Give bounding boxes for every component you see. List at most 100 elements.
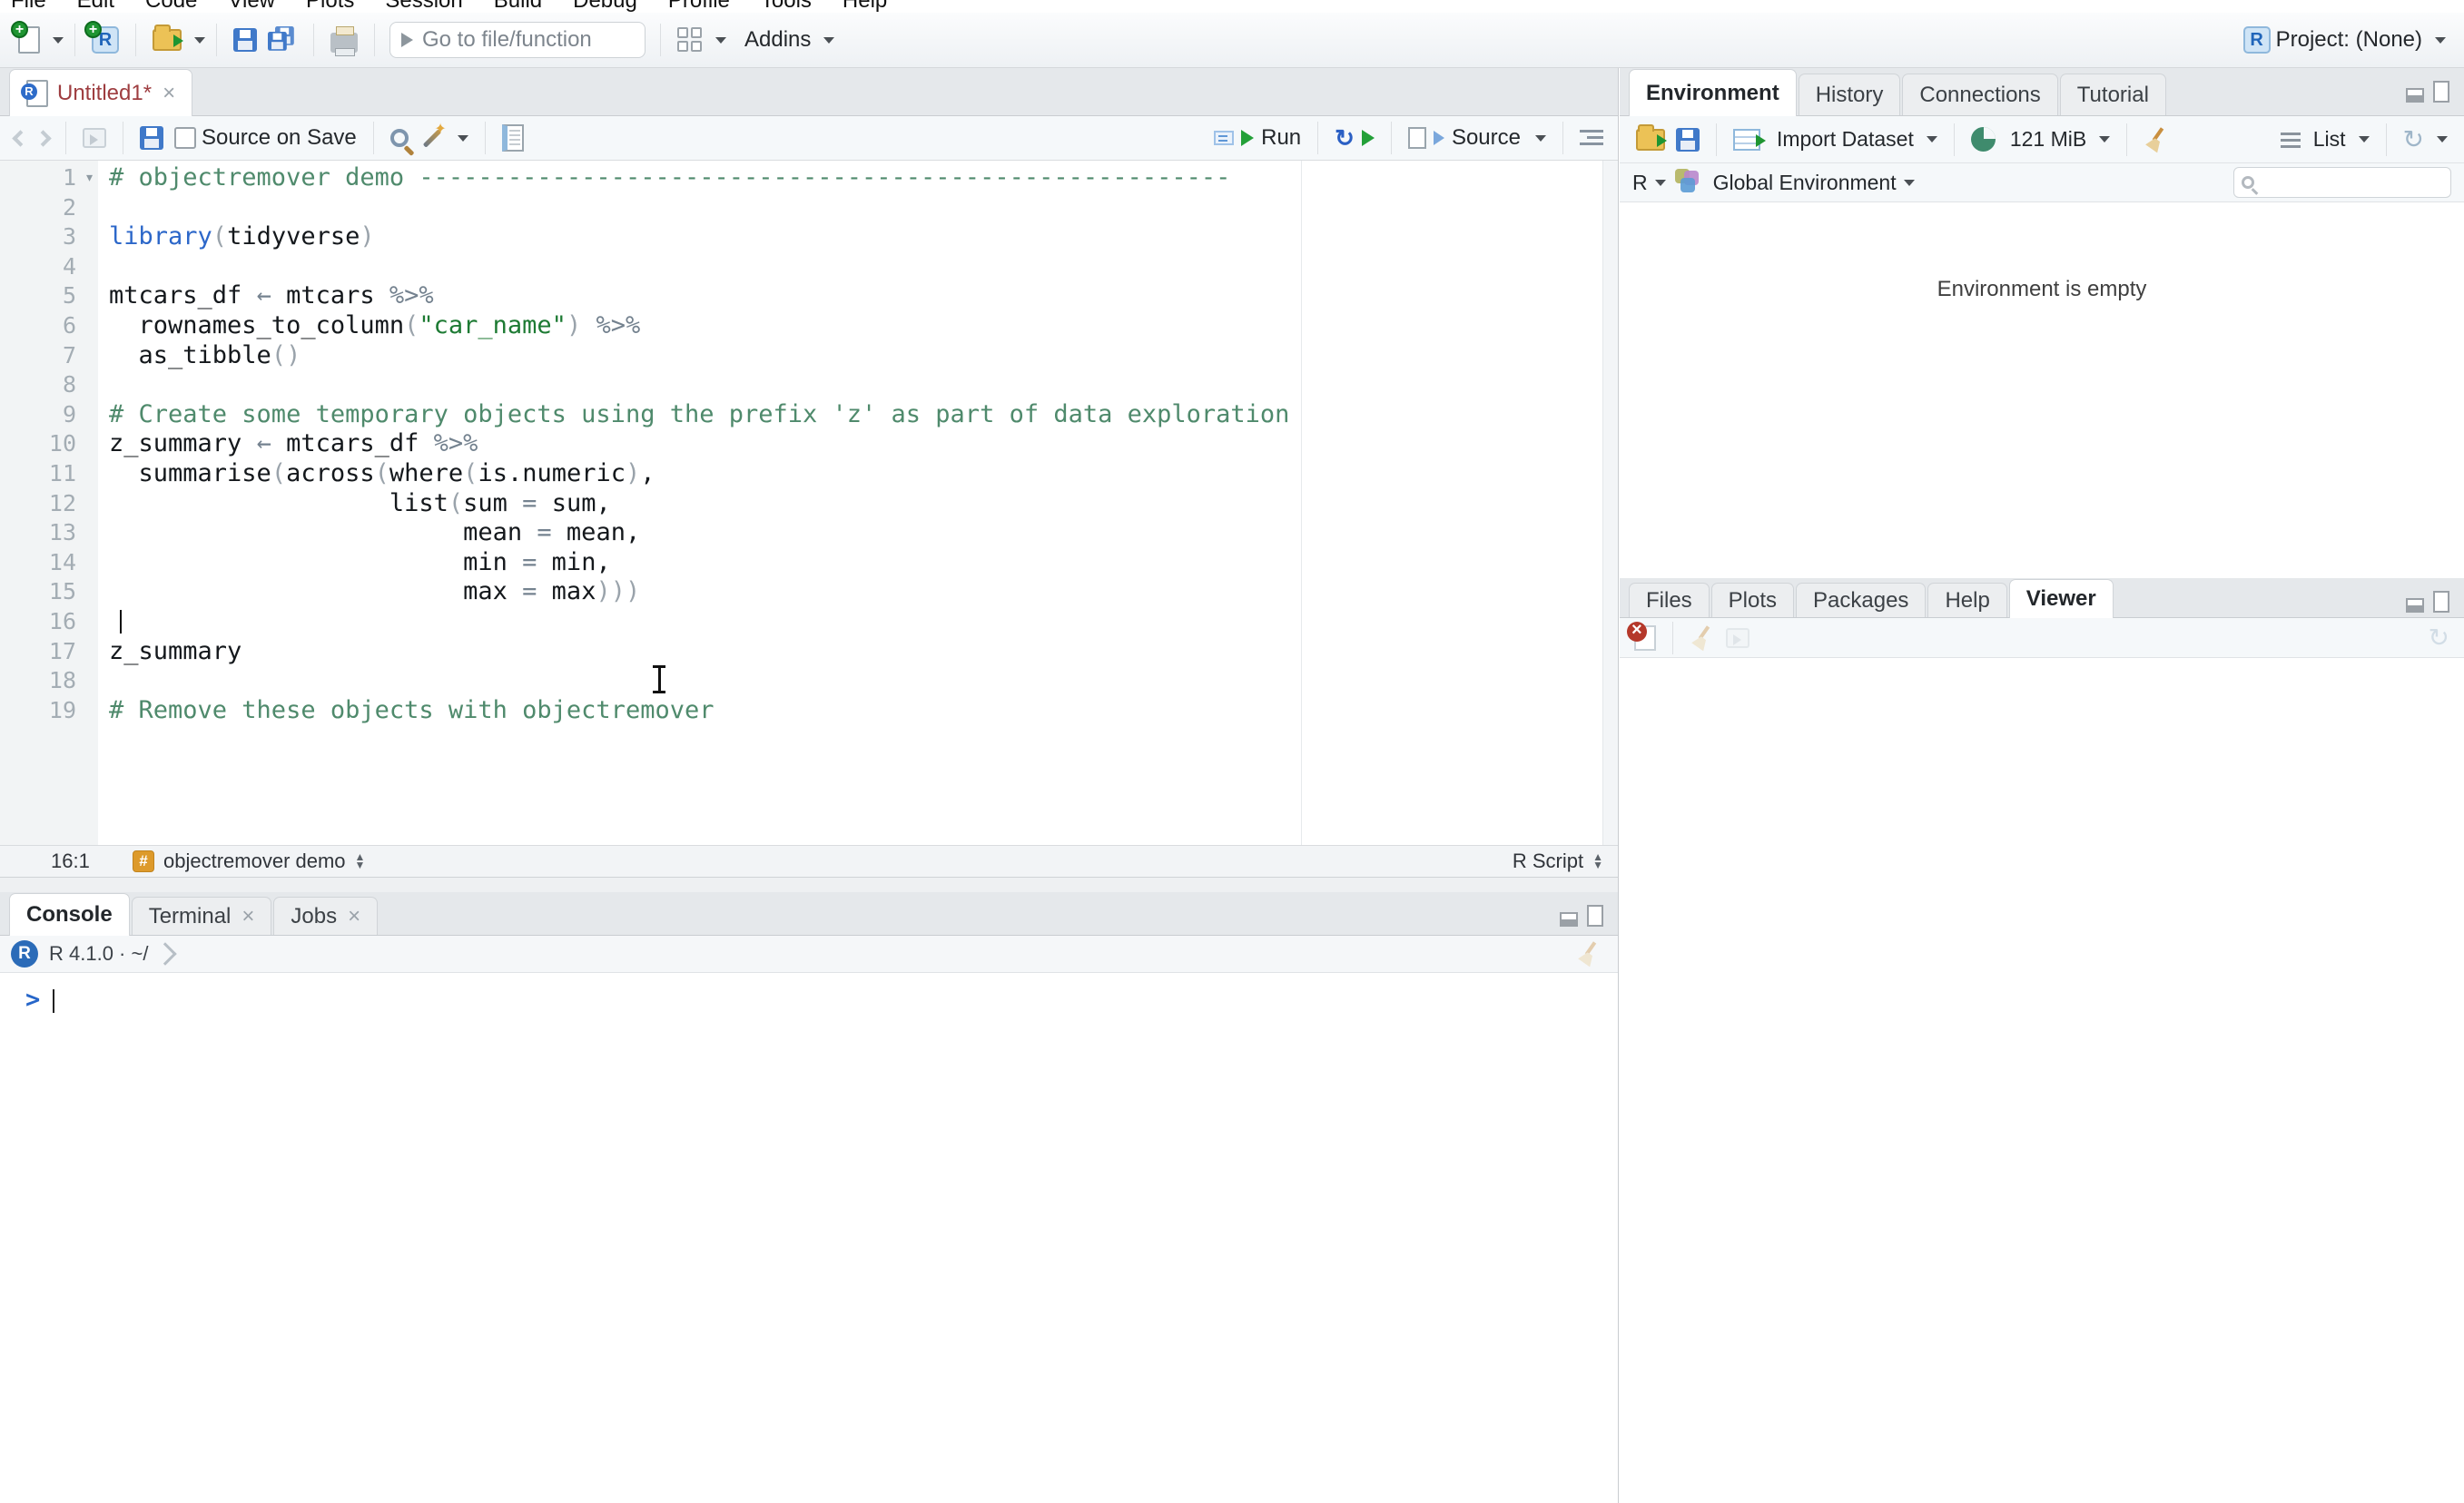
project-menu-button[interactable]: R Project: (None): [2238, 23, 2451, 57]
compile-report-button[interactable]: [497, 121, 529, 155]
code-line-4[interactable]: [98, 252, 1602, 282]
tab-jobs[interactable]: Jobs ×: [273, 897, 379, 935]
tab-packages[interactable]: Packages: [1796, 583, 1927, 617]
pane-divider-horizontal[interactable]: [0, 877, 1619, 892]
menu-session[interactable]: Session: [385, 0, 462, 13]
file-type-selector[interactable]: R Script: [1513, 850, 1583, 873]
run-button[interactable]: Run: [1208, 122, 1306, 154]
viewer-refresh-button[interactable]: ↻: [2423, 622, 2455, 654]
scope-selector[interactable]: Global Environment: [1713, 171, 1897, 195]
save-workspace-button[interactable]: [1671, 124, 1705, 155]
tab-files[interactable]: Files: [1629, 583, 1710, 617]
memory-usage-button[interactable]: 121 MiB: [1966, 123, 2115, 155]
code-line-3[interactable]: library(tidyverse): [98, 222, 1602, 252]
back-button[interactable]: [9, 129, 32, 148]
code-line-8[interactable]: [98, 370, 1602, 400]
menu-view[interactable]: View: [228, 0, 275, 13]
menu-profile[interactable]: Profile: [668, 0, 730, 13]
tab-tutorial[interactable]: Tutorial: [2059, 74, 2166, 115]
code-line-16[interactable]: [98, 607, 1602, 637]
code-line-13[interactable]: mean = mean,: [98, 518, 1602, 548]
open-file-button[interactable]: [147, 25, 187, 54]
code-lines[interactable]: # objectremover demo -------------------…: [98, 161, 1602, 845]
close-icon[interactable]: ×: [163, 81, 175, 106]
pane-layout-caret[interactable]: [715, 36, 726, 44]
minimize-pane-icon[interactable]: [2406, 598, 2424, 613]
minimize-pane-icon[interactable]: [1560, 912, 1578, 927]
tab-history[interactable]: History: [1798, 74, 1901, 115]
code-tools-button[interactable]: [414, 120, 474, 154]
environment-search-input[interactable]: [2233, 167, 2451, 198]
display-mode-button[interactable]: List: [2275, 123, 2375, 155]
save-button[interactable]: [228, 25, 262, 55]
source-button[interactable]: Source: [1403, 122, 1552, 154]
import-dataset-button[interactable]: Import Dataset: [1728, 123, 1943, 155]
menu-code[interactable]: Code: [145, 0, 197, 13]
addins-button[interactable]: Addins: [739, 24, 840, 56]
new-file-button[interactable]: +: [11, 21, 45, 57]
tab-plots[interactable]: Plots: [1710, 583, 1795, 617]
section-navigator[interactable]: objectremover demo: [163, 850, 346, 873]
tab-connections[interactable]: Connections: [1902, 74, 2058, 115]
menu-build[interactable]: Build: [494, 0, 542, 13]
code-line-1[interactable]: # objectremover demo -------------------…: [98, 163, 1602, 193]
language-selector[interactable]: R: [1632, 171, 1648, 195]
section-updown-icon[interactable]: ▲ ▼: [355, 851, 366, 870]
code-editor[interactable]: 1 ▾ 2 3 4 5 6 7 8 9 10 11 12 13 14 15 16 17 18 19 # objectr…: [0, 161, 1602, 845]
clear-console-button[interactable]: [1571, 938, 1607, 970]
rerun-button[interactable]: ↻: [1329, 123, 1380, 153]
document-outline-button[interactable]: [1574, 125, 1609, 151]
menu-debug[interactable]: Debug: [573, 0, 637, 13]
menu-file[interactable]: File: [11, 0, 46, 13]
save-all-button[interactable]: [262, 23, 302, 57]
tab-environment[interactable]: Environment: [1629, 69, 1797, 116]
clear-viewer-button[interactable]: [1627, 620, 1661, 654]
goto-file-function-input[interactable]: Go to file/function: [389, 22, 646, 58]
find-replace-button[interactable]: [385, 125, 414, 151]
file-type-updown-icon[interactable]: ▲ ▼: [1592, 851, 1603, 870]
open-recent-caret[interactable]: [194, 36, 205, 44]
load-workspace-button[interactable]: [1631, 123, 1671, 154]
tab-console[interactable]: Console: [9, 893, 130, 936]
code-line-12[interactable]: list(sum = sum,: [98, 489, 1602, 519]
close-icon[interactable]: ×: [241, 904, 254, 929]
code-line-15[interactable]: max = max))): [98, 577, 1602, 607]
forward-button[interactable]: [32, 129, 54, 148]
menu-tools[interactable]: Tools: [761, 0, 812, 13]
save-source-button[interactable]: [134, 123, 169, 153]
source-on-save-checkbox[interactable]: Source on Save: [169, 122, 362, 154]
maximize-pane-icon[interactable]: [2433, 591, 2449, 613]
code-line-9[interactable]: # Create some temporary objects using th…: [98, 400, 1602, 430]
pane-layout-button[interactable]: [672, 24, 708, 56]
code-line-10[interactable]: z_summary ← mtcars_df %>%: [98, 429, 1602, 459]
code-line-19[interactable]: # Remove these objects with objectremove…: [98, 696, 1602, 726]
code-line-2[interactable]: [98, 193, 1602, 223]
maximize-pane-icon[interactable]: [2433, 81, 2449, 103]
tab-untitled1[interactable]: R Untitled1* ×: [9, 69, 193, 116]
code-line-11[interactable]: summarise(across(where(is.numeric),: [98, 459, 1602, 489]
scope-caret[interactable]: [1903, 179, 1915, 186]
open-directory-icon[interactable]: [153, 942, 178, 966]
print-button[interactable]: [325, 24, 363, 56]
refresh-environment-button[interactable]: ↻: [2398, 123, 2453, 156]
code-line-17[interactable]: z_summary: [98, 637, 1602, 667]
tab-help[interactable]: Help: [1927, 583, 2007, 617]
clear-all-viewer-button[interactable]: [1684, 622, 1720, 654]
tab-viewer[interactable]: Viewer: [2008, 579, 2114, 618]
code-line-14[interactable]: min = min,: [98, 548, 1602, 578]
code-line-18[interactable]: [98, 666, 1602, 696]
code-line-5[interactable]: mtcars_df ← mtcars %>%: [98, 281, 1602, 311]
new-project-button[interactable]: R +: [84, 21, 124, 57]
console-output[interactable]: >: [0, 973, 1618, 1014]
popout-window-button[interactable]: [77, 124, 112, 152]
clear-environment-button[interactable]: [2138, 123, 2174, 156]
new-file-dropdown-caret[interactable]: [53, 36, 64, 44]
minimize-pane-icon[interactable]: [2406, 88, 2424, 103]
tab-terminal[interactable]: Terminal ×: [131, 897, 272, 935]
menu-help[interactable]: Help: [843, 0, 887, 13]
code-line-6[interactable]: rownames_to_column("car_name") %>%: [98, 311, 1602, 341]
close-icon[interactable]: ×: [348, 904, 360, 929]
editor-scrollbar[interactable]: [1602, 161, 1618, 845]
menu-edit[interactable]: Edit: [77, 0, 114, 13]
maximize-pane-icon[interactable]: [1587, 905, 1603, 927]
